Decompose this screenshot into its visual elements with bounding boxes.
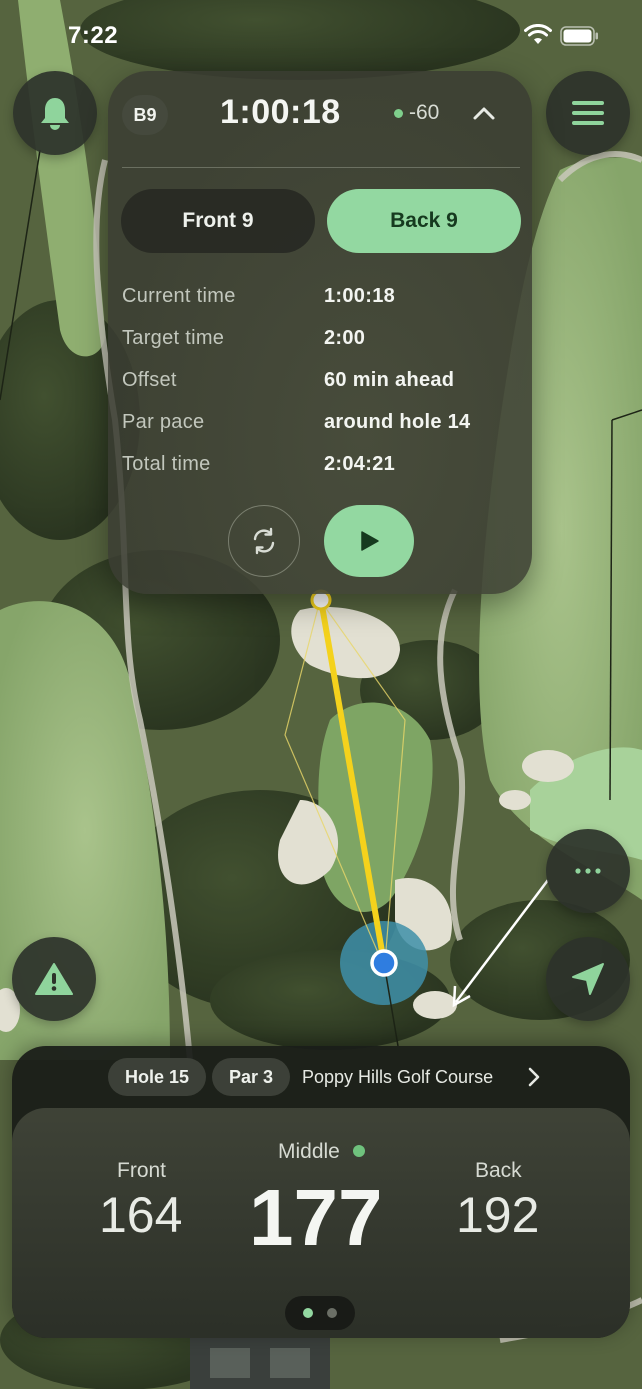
info-row-current-time: Current time 1:00:18: [122, 285, 522, 315]
info-value: around hole 14: [324, 411, 471, 433]
pace-status-dot: [394, 109, 403, 118]
middle-label: Middle: [278, 1140, 340, 1163]
back-distance: 192: [456, 1187, 540, 1243]
page-dot[interactable]: [327, 1308, 337, 1318]
battery-icon: [560, 26, 598, 46]
status-bar: 7:22: [0, 0, 642, 70]
info-row-total-time: Total time 2:04:21: [122, 453, 522, 483]
info-value: 2:04:21: [324, 453, 396, 475]
location-arrow-icon: [572, 963, 604, 995]
info-label: Total time: [122, 453, 211, 475]
yardage-panel[interactable]: Front 164 Middle 177 Back 192: [12, 1108, 630, 1338]
page-indicator[interactable]: [285, 1296, 355, 1330]
more-options-button[interactable]: [546, 829, 630, 913]
info-label: Target time: [122, 327, 225, 349]
status-time: 7:22: [68, 22, 119, 49]
info-row-target-time: Target time 2:00: [122, 327, 522, 357]
front-distance: 164: [99, 1187, 183, 1243]
ellipsis-icon: [575, 868, 601, 874]
start-timer-button[interactable]: [324, 505, 414, 577]
timer-header[interactable]: B9 1:00:18 -60: [108, 71, 532, 167]
info-row-offset: Offset 60 min ahead: [122, 369, 522, 399]
info-value: 1:00:18: [324, 285, 396, 307]
tab-back-nine[interactable]: Back 9: [327, 189, 521, 253]
info-label: Offset: [122, 369, 177, 391]
pace-offset: -60: [409, 101, 440, 124]
elapsed-time: 1:00:18: [220, 93, 341, 131]
info-row-par-pace: Par pace around hole 14: [122, 411, 522, 441]
tab-front-nine[interactable]: Front 9: [121, 189, 315, 253]
chevron-right-icon[interactable]: [524, 1066, 544, 1088]
player-location-dot: [370, 949, 398, 977]
course-name[interactable]: Poppy Hills Golf Course: [302, 1067, 493, 1088]
wifi-icon: [524, 24, 552, 44]
header-divider: [122, 167, 520, 168]
middle-distance: 177: [249, 1173, 383, 1262]
chevron-up-icon[interactable]: [468, 97, 500, 129]
refresh-icon: [253, 527, 275, 555]
front-label: Front: [117, 1159, 167, 1182]
play-icon: [361, 531, 379, 551]
reset-timer-button[interactable]: [228, 505, 300, 577]
warning-triangle-icon: [35, 963, 73, 995]
hamburger-menu-icon: [572, 101, 604, 125]
report-issue-button[interactable]: [12, 937, 96, 1021]
hole-info-strip[interactable]: Hole 15 Par 3 Poppy Hills Golf Course: [12, 1046, 630, 1108]
nine-badge: B9: [122, 95, 168, 135]
par-chip: Par 3: [212, 1058, 290, 1096]
info-value: 2:00: [324, 327, 366, 349]
pace-timer-card: B9 1:00:18 -60 Front 9 Back 9 Current ti…: [108, 71, 532, 594]
info-label: Par pace: [122, 411, 205, 433]
notifications-button[interactable]: [13, 71, 97, 155]
bell-icon: [41, 98, 69, 130]
info-value: 60 min ahead: [324, 369, 455, 391]
middle-status-dot: [353, 1145, 365, 1157]
distance-card: Hole 15 Par 3 Poppy Hills Golf Course Fr…: [12, 1046, 630, 1338]
menu-button[interactable]: [546, 71, 630, 155]
back-label: Back: [475, 1159, 522, 1182]
info-label: Current time: [122, 285, 236, 307]
hole-number-chip[interactable]: Hole 15: [108, 1058, 206, 1096]
locate-me-button[interactable]: [546, 937, 630, 1021]
page-dot-active[interactable]: [303, 1308, 313, 1318]
